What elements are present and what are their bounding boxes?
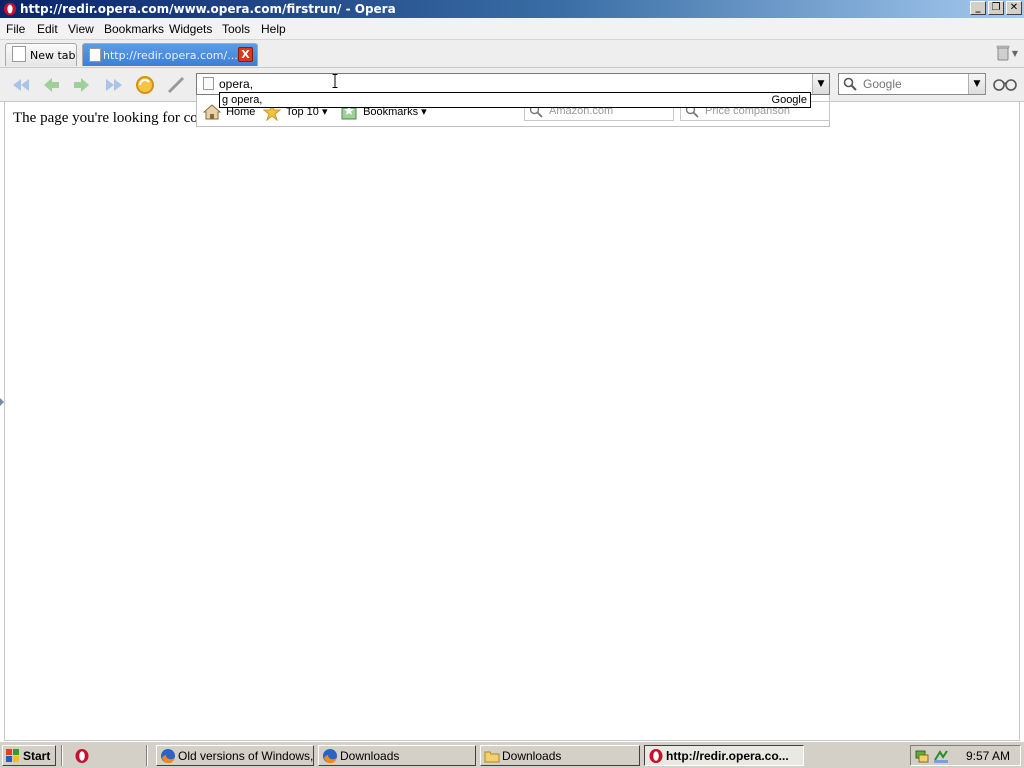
edit-pen-icon[interactable] (165, 74, 187, 96)
maximize-button[interactable]: ❐ (988, 1, 1004, 15)
minimize-button[interactable]: _ (970, 1, 986, 15)
page-icon (203, 77, 214, 90)
start-button[interactable]: Start (2, 745, 56, 766)
page-content: The page you're looking for co (4, 102, 1020, 741)
fast-forward-icon[interactable] (103, 74, 125, 96)
glasses-icon[interactable] (993, 77, 1017, 91)
window-title: http://redir.opera.com/www.opera.com/fir… (20, 2, 396, 16)
tab-new-tab[interactable]: New tab (5, 43, 77, 66)
menu-widgets[interactable]: Widgets (169, 22, 212, 36)
suggestion-engine: Google (771, 94, 807, 106)
page-message: The page you're looking for co (13, 110, 198, 126)
taskbar-item-label: Old versions of Windows,... (178, 749, 314, 763)
tab-bar: New tab http://redir.opera.com/... X ▼ (0, 40, 1024, 68)
network-icon[interactable] (914, 748, 930, 764)
reload-icon[interactable] (134, 74, 156, 96)
taskbar-separator (146, 745, 148, 766)
taskbar-item-label: Downloads (502, 749, 562, 763)
taskbar-item-downloads-folder[interactable]: Downloads (480, 745, 640, 766)
autocomplete-suggestion[interactable]: g opera, Google (219, 92, 811, 108)
address-dropdown-button[interactable]: ▼ (812, 74, 829, 94)
search-box[interactable]: ▼ (838, 73, 986, 95)
panel-toggle-icon[interactable] (0, 398, 4, 406)
start-label: Start (23, 749, 51, 763)
menu-edit[interactable]: Edit (37, 22, 58, 36)
search-input[interactable] (863, 76, 963, 92)
taskbar-item-opera[interactable]: http://redir.opera.co... (644, 745, 804, 766)
menu-help[interactable]: Help (261, 22, 286, 36)
chevron-down-icon[interactable]: ▼ (1012, 49, 1018, 58)
menu-bookmarks[interactable]: Bookmarks (104, 22, 164, 36)
system-tray: 9:57 AM (910, 745, 1021, 766)
taskbar: Start Old versions of Windows,... Downlo… (0, 741, 1024, 768)
tab-label: New tab (30, 49, 76, 62)
back-icon[interactable] (40, 74, 62, 96)
tab-active[interactable]: http://redir.opera.com/... X (82, 43, 258, 66)
menu-bar: File Edit View Bookmarks Widgets Tools H… (0, 18, 1024, 40)
update-icon[interactable] (933, 748, 949, 764)
close-button[interactable]: ✕ (1006, 1, 1022, 15)
trash-icon[interactable] (996, 45, 1010, 61)
taskbar-item-downloads-firefox[interactable]: Downloads (318, 745, 476, 766)
forward-icon[interactable] (71, 74, 93, 96)
menu-file[interactable]: File (6, 22, 25, 36)
suggestion-query: g opera, (222, 94, 263, 106)
search-icon (843, 77, 857, 91)
tab-label: http://redir.opera.com/... (103, 49, 238, 62)
menu-view[interactable]: View (68, 22, 94, 36)
folder-icon (484, 751, 500, 763)
opera-icon[interactable] (74, 748, 90, 764)
search-engine-dropdown[interactable]: ▼ (968, 74, 985, 94)
taskbar-separator (61, 745, 63, 766)
clock: 9:57 AM (966, 749, 1011, 763)
rewind-icon[interactable] (10, 74, 32, 96)
taskbar-item-label: http://redir.opera.co... (666, 749, 789, 763)
taskbar-item-label: Downloads (340, 749, 400, 763)
address-input[interactable] (219, 76, 804, 92)
windows-logo-icon (6, 749, 19, 762)
page-icon (12, 46, 26, 62)
close-tab-icon[interactable]: X (238, 47, 253, 62)
firefox-icon (323, 749, 337, 764)
title-bar: http://redir.opera.com/www.opera.com/fir… (0, 0, 1024, 18)
taskbar-item-old-versions[interactable]: Old versions of Windows,... (156, 745, 314, 766)
text-cursor-icon (332, 74, 338, 88)
page-icon (89, 48, 101, 62)
firefox-icon (161, 749, 175, 764)
opera-icon (4, 2, 16, 16)
opera-icon (649, 749, 663, 763)
menu-tools[interactable]: Tools (222, 22, 250, 36)
